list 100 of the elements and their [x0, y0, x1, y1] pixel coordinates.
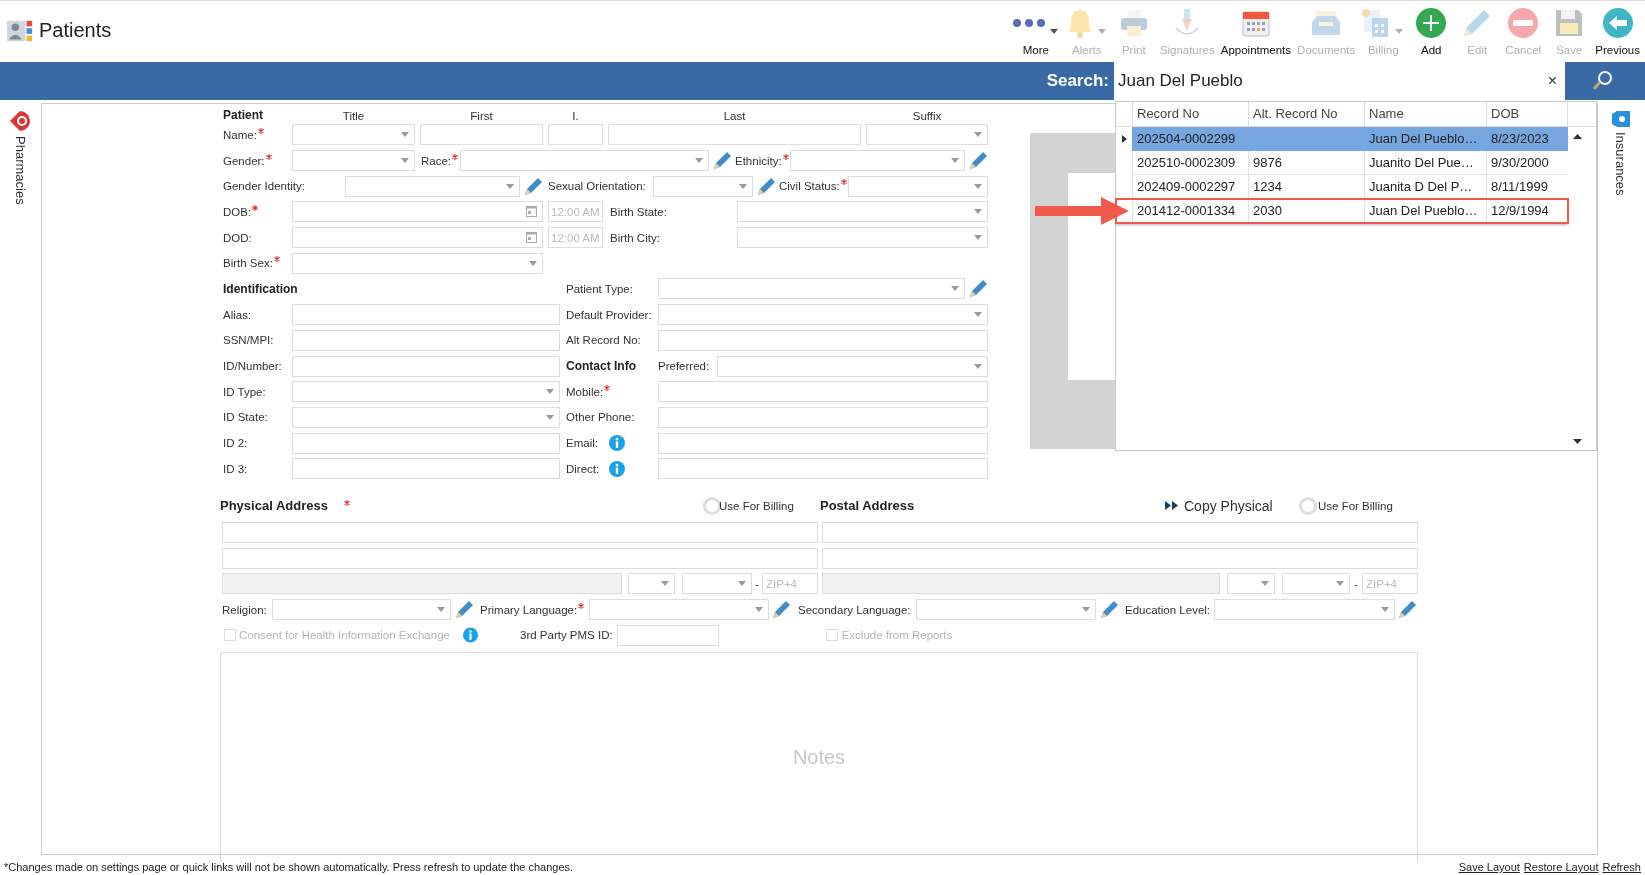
toolbar-button[interactable]: More	[1008, 1, 1063, 60]
pencil-icon[interactable]	[969, 279, 988, 299]
text-field[interactable]	[822, 547, 1418, 569]
caret-icon	[1082, 607, 1090, 613]
pencil-icon[interactable]	[524, 176, 543, 196]
dropdown-field[interactable]	[737, 227, 988, 249]
caret-icon	[401, 132, 409, 138]
radio-button[interactable]	[702, 495, 722, 516]
info-icon[interactable]	[609, 435, 625, 452]
text-field[interactable]	[292, 355, 560, 377]
result-row[interactable]: 202409-0002297 1234 Juanita D Del P… 8/11/1999	[1116, 175, 1568, 199]
dropdown-field[interactable]	[292, 150, 415, 172]
text-field[interactable]	[658, 458, 988, 480]
dropdown-field[interactable]	[1282, 573, 1350, 595]
dropdown-field[interactable]	[658, 278, 965, 300]
caret-icon	[974, 183, 982, 189]
dropdown-field[interactable]	[658, 304, 988, 326]
pencil-icon[interactable]	[713, 151, 732, 171]
column-header[interactable]: DOB	[1486, 102, 1568, 126]
text-field[interactable]	[658, 432, 988, 454]
text-field[interactable]	[616, 624, 719, 646]
toolbar-button[interactable]: Appointments	[1217, 1, 1295, 60]
copy-physical-link[interactable]: Copy Physical	[1165, 497, 1273, 514]
column-header[interactable]: Name	[1364, 102, 1486, 126]
time-field[interactable]: 12:00 AM	[548, 227, 603, 249]
dropdown-field[interactable]	[737, 201, 988, 223]
pencil-icon[interactable]	[969, 151, 988, 171]
toolbar-button[interactable]: Add	[1408, 1, 1455, 60]
toolbar-button[interactable]: Previous	[1592, 1, 1643, 60]
calendar-icon	[526, 232, 537, 244]
text-field[interactable]	[292, 329, 560, 351]
text-field[interactable]	[420, 124, 543, 146]
pharmacies-tab[interactable]: Pharmacies	[13, 136, 28, 205]
radio-button[interactable]	[1298, 495, 1318, 516]
dropdown-field[interactable]	[916, 599, 1096, 621]
dropdown-field[interactable]	[292, 124, 415, 146]
pencil-icon[interactable]	[455, 600, 474, 620]
result-row[interactable]: 201412-0001334 2030 Juan Del Pueblo… 12/9/1994	[1116, 199, 1568, 223]
scroll-down-icon[interactable]	[1573, 439, 1582, 444]
text-field[interactable]	[608, 124, 861, 146]
dropdown-field[interactable]	[717, 355, 988, 377]
dropdown-field[interactable]	[628, 573, 675, 595]
text-field[interactable]	[222, 547, 818, 569]
caret-icon	[1097, 29, 1106, 34]
date-field[interactable]	[292, 201, 543, 223]
dropdown-field[interactable]	[653, 175, 753, 197]
clear-button[interactable]: ×	[1539, 72, 1565, 90]
field-label: Patient Type:	[566, 282, 633, 295]
info-icon[interactable]	[463, 627, 478, 644]
date-field[interactable]	[292, 227, 543, 249]
dropdown-field[interactable]	[1227, 573, 1275, 595]
text-field[interactable]	[548, 124, 603, 146]
pencil-icon[interactable]	[757, 176, 776, 196]
field-label: Other Phone:	[566, 411, 635, 424]
time-field[interactable]: 12:00 AM	[548, 201, 603, 223]
dropdown-field[interactable]	[292, 381, 560, 403]
scroll-up-icon[interactable]	[1573, 134, 1582, 139]
text-field[interactable]	[658, 406, 988, 428]
text-field[interactable]	[822, 521, 1418, 543]
text-field[interactable]	[222, 521, 818, 543]
dropdown-field[interactable]	[866, 124, 988, 146]
field-label: Alias:	[223, 308, 252, 321]
text-field[interactable]	[658, 381, 988, 403]
dropdown-field[interactable]	[292, 406, 560, 428]
dropdown-field[interactable]	[345, 175, 520, 197]
required-mark-icon	[452, 153, 459, 160]
text-field[interactable]: ZIP+4	[762, 573, 818, 595]
search-field[interactable]: Juan Del Pueblo ×	[1114, 62, 1565, 100]
caret-icon	[506, 183, 514, 189]
dropdown-field[interactable]	[848, 175, 988, 197]
result-row[interactable]: 202510-0002309 9876 Juanito Del Pue… 9/30/2000	[1116, 151, 1568, 175]
text-field[interactable]	[292, 458, 560, 480]
dropdown-field[interactable]	[682, 573, 752, 595]
tag-icon[interactable]	[1610, 110, 1631, 128]
search-icon[interactable]	[1591, 69, 1615, 93]
double-arrow-icon	[1165, 501, 1179, 511]
insurances-tab[interactable]: Insurances	[1613, 132, 1628, 196]
dropdown-field[interactable]	[589, 599, 769, 621]
info-icon[interactable]	[609, 460, 625, 477]
footer-link[interactable]: Restore Layout	[1523, 861, 1599, 873]
pencil-icon[interactable]	[1398, 600, 1417, 620]
column-header[interactable]: Alt. Record No	[1248, 102, 1364, 126]
dropdown-field[interactable]	[272, 599, 451, 621]
pencil-icon[interactable]	[772, 600, 791, 620]
field-label: Birth State:	[610, 205, 667, 218]
footer-link[interactable]: Refresh	[1602, 861, 1641, 873]
text-field[interactable]	[292, 304, 560, 326]
pencil-icon[interactable]	[1100, 600, 1119, 620]
dropdown-field[interactable]	[460, 150, 709, 172]
column-header[interactable]: Record No	[1132, 102, 1248, 126]
dropdown-field[interactable]	[1214, 599, 1395, 621]
dropdown-field[interactable]	[790, 150, 965, 172]
grid-cell: Juan Del Pueblo…	[1369, 131, 1478, 146]
text-field[interactable]	[658, 329, 988, 351]
text-field[interactable]	[292, 432, 560, 454]
footer-link[interactable]: Save Layout	[1458, 861, 1520, 873]
pin-icon[interactable]	[8, 110, 33, 132]
result-row[interactable]: 202504-0002299 Juan Del Pueblo… 8/23/2023	[1116, 127, 1568, 151]
dropdown-field[interactable]	[292, 252, 543, 274]
text-field[interactable]: ZIP+4	[1362, 573, 1418, 595]
